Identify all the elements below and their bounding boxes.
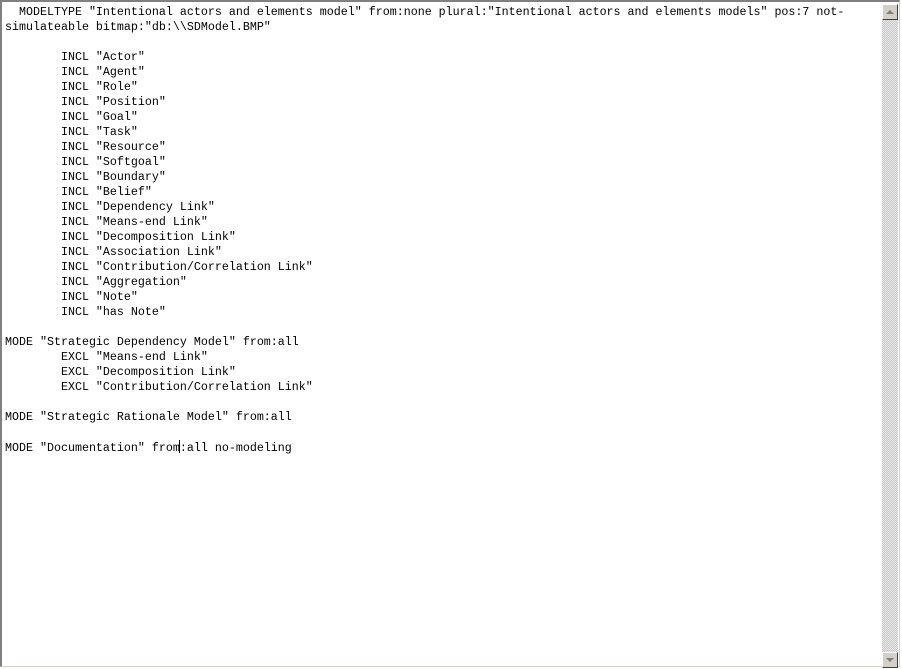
scroll-down-button[interactable] <box>882 652 898 668</box>
code-line: INCL "Means-end Link" <box>5 215 208 229</box>
code-line: INCL "Note" <box>5 290 138 304</box>
vertical-scrollbar[interactable] <box>882 4 898 668</box>
code-line: INCL "Resource" <box>5 140 166 154</box>
code-line: simulateable bitmap:"db:\\SDModel.BMP" <box>5 20 271 34</box>
code-line: INCL "Belief" <box>5 185 152 199</box>
arrow-up-icon <box>886 10 894 14</box>
editor-text[interactable]: MODELTYPE "Intentional actors and elemen… <box>5 5 883 455</box>
code-line: EXCL "Contribution/Correlation Link" <box>5 380 313 394</box>
code-line: INCL "Contribution/Correlation Link" <box>5 260 313 274</box>
code-line: INCL "Boundary" <box>5 170 166 184</box>
code-line: INCL "Role" <box>5 80 138 94</box>
code-line: EXCL "Means-end Link" <box>5 350 208 364</box>
code-line: EXCL "Decomposition Link" <box>5 365 236 379</box>
code-line: INCL "Aggregation" <box>5 275 187 289</box>
code-after-caret: :all no-modeling <box>179 441 292 455</box>
code-line: MODELTYPE "Intentional actors and elemen… <box>5 5 845 19</box>
code-line: INCL "Association Link" <box>5 245 222 259</box>
code-line: INCL "Agent" <box>5 65 145 79</box>
code-line: INCL "Softgoal" <box>5 155 166 169</box>
code-line: INCL "Actor" <box>5 50 145 64</box>
code-line: MODE "Strategic Dependency Model" from:a… <box>5 335 299 349</box>
code-line-with-caret: MODE "Documentation" from:all no-modelin… <box>5 440 883 455</box>
arrow-down-icon <box>886 658 894 662</box>
code-line: INCL "Goal" <box>5 110 138 124</box>
code-before-caret: MODE "Documentation" from <box>5 441 180 455</box>
code-line: INCL "Position" <box>5 95 166 109</box>
text-editor[interactable]: MODELTYPE "Intentional actors and elemen… <box>0 0 900 668</box>
scroll-up-button[interactable] <box>882 4 898 20</box>
code-line: INCL "has Note" <box>5 305 166 319</box>
code-line: MODE "Strategic Rationale Model" from:al… <box>5 410 292 424</box>
code-line: INCL "Task" <box>5 125 138 139</box>
code-line: INCL "Decomposition Link" <box>5 230 236 244</box>
code-line: INCL "Dependency Link" <box>5 200 215 214</box>
